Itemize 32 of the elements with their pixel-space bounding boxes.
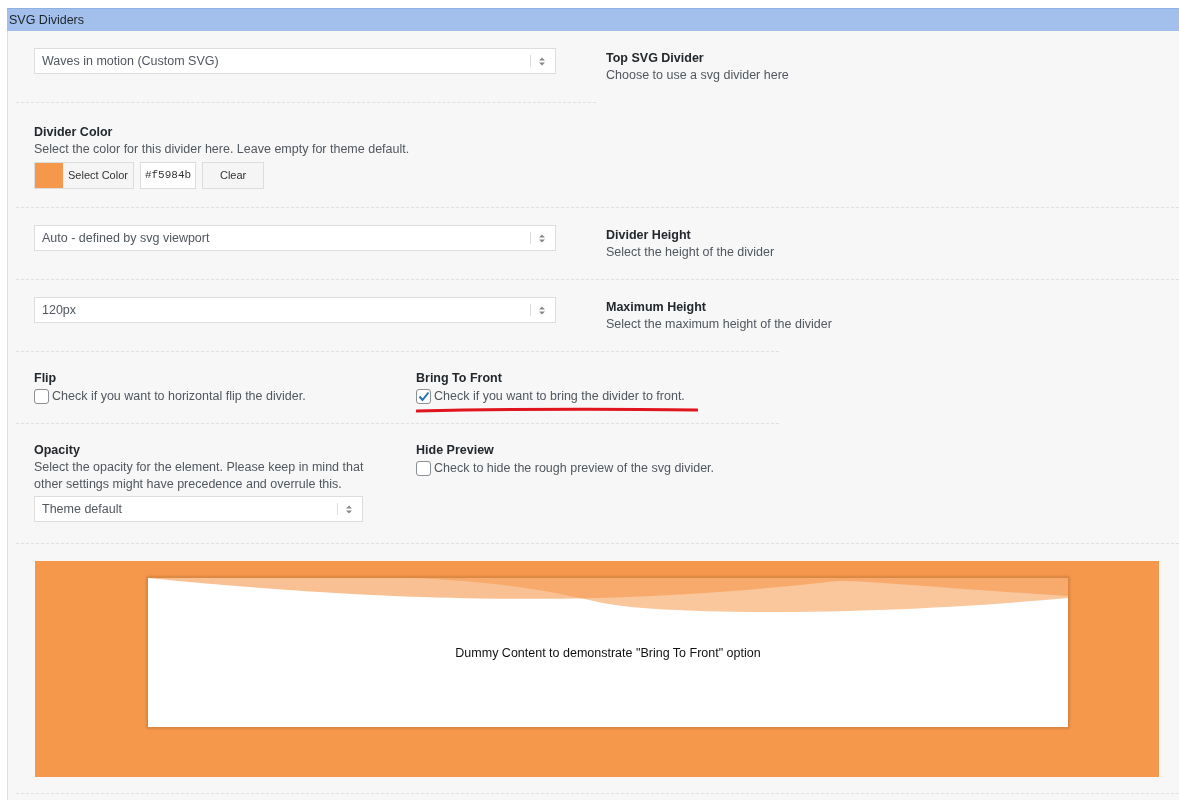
select-field[interactable]: 120px [34,297,556,323]
checkbox[interactable] [416,461,431,476]
field-description: Choose to use a svg divider here [606,67,789,84]
field-label: Opacity [34,442,81,459]
field-label: Divider Color [34,124,114,141]
field-label: Top SVG Divider [606,50,705,67]
field-description: Select the opacity for the element. Please keep in mind that other settings might have precedence and overrule this. [34,459,364,493]
checkbox[interactable] [34,389,49,404]
updown-arrows-icon [539,233,545,243]
field-description: Select the color for this divider here. Leave empty for theme default. [34,141,411,158]
section-header: SVG Dividers [7,8,1179,31]
select-field[interactable]: Theme default [34,496,363,522]
checkbox[interactable] [416,389,431,404]
field-label: Divider Height [606,227,692,244]
updown-arrows-icon [539,56,545,66]
clear-button[interactable]: Clear [202,162,265,189]
field-label: Bring To Front [416,370,503,387]
field-label: Hide Preview [416,442,495,459]
checkbox-label: Check if you want to horizontal flip the divider. [52,388,306,405]
field-description: Select the height of the divider [606,244,775,261]
checkbox-label: Check to hide the rough preview of the svg divider. [434,460,715,477]
hex-input-field[interactable]: #f5984b [139,162,197,189]
updown-arrows-icon [539,305,545,315]
updown-arrows-icon [346,504,352,514]
select-field[interactable]: Auto - defined by svg viewport [34,225,556,251]
select-field[interactable]: Waves in motion (Custom SVG) [34,48,556,74]
preview-text: Dummy Content to demonstrate "Bring To Front" option [455,645,761,660]
field-description: Select the maximum height of the divider [606,316,832,333]
checkbox-label: Check if you want to bring the divider to front. [434,388,685,405]
field-label: Maximum Height [606,299,707,316]
select-color-button[interactable]: Select Color [34,162,134,189]
field-label: Flip [34,370,58,387]
